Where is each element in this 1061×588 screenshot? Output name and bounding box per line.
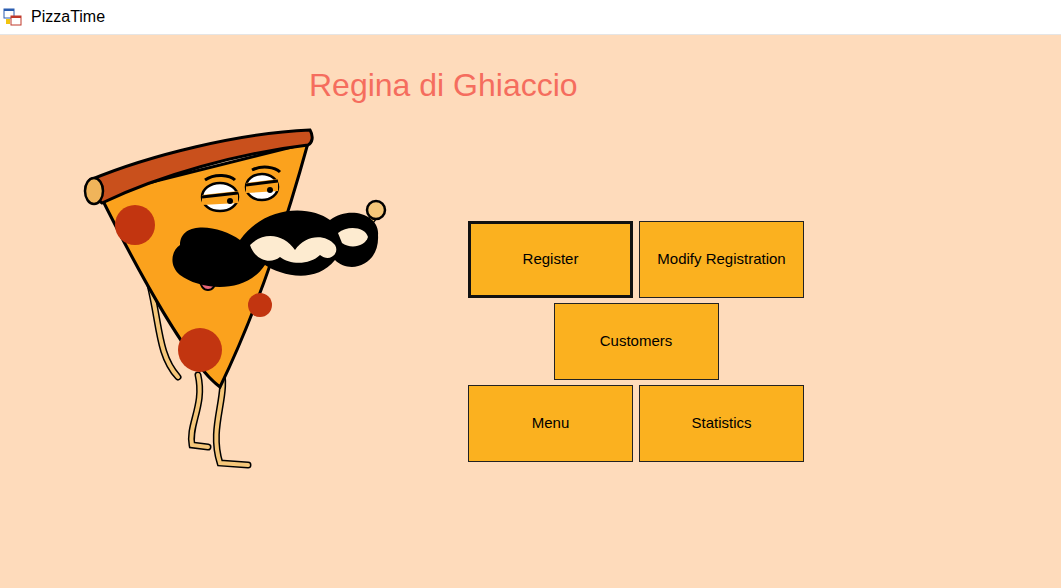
- menu-button[interactable]: Customers: [554, 303, 719, 380]
- button-row: Register Modify Registration: [468, 221, 804, 298]
- menu-button[interactable]: Register: [468, 221, 633, 298]
- menu-button[interactable]: Menu: [468, 385, 633, 462]
- form-body: Regina di Ghiaccio Register Modify Registr…: [0, 35, 1061, 588]
- window-title: PizzaTime: [31, 5, 105, 29]
- pizza-mascot-icon: [80, 125, 400, 480]
- button-label: Customers: [600, 330, 673, 353]
- content-row: Register Modify Registration Customers Menu…: [0, 125, 1061, 480]
- app-icon: [3, 7, 23, 27]
- button-panel: Register Modify Registration Customers Menu…: [468, 221, 804, 480]
- heading: Regina di Ghiaccio: [0, 35, 1061, 105]
- app-window: PizzaTime Regina di Ghiaccio Register Modif…: [0, 0, 1061, 588]
- button-label: Statistics: [691, 412, 751, 435]
- button-label: Modify Registration: [657, 248, 785, 271]
- menu-button[interactable]: Statistics: [639, 385, 804, 462]
- title-bar: PizzaTime: [0, 0, 1061, 35]
- button-label: Register: [523, 248, 579, 271]
- button-row: Customers: [468, 303, 804, 380]
- menu-button[interactable]: Modify Registration: [639, 221, 804, 298]
- button-label: Menu: [532, 412, 570, 435]
- button-row: Menu Statistics: [468, 385, 804, 462]
